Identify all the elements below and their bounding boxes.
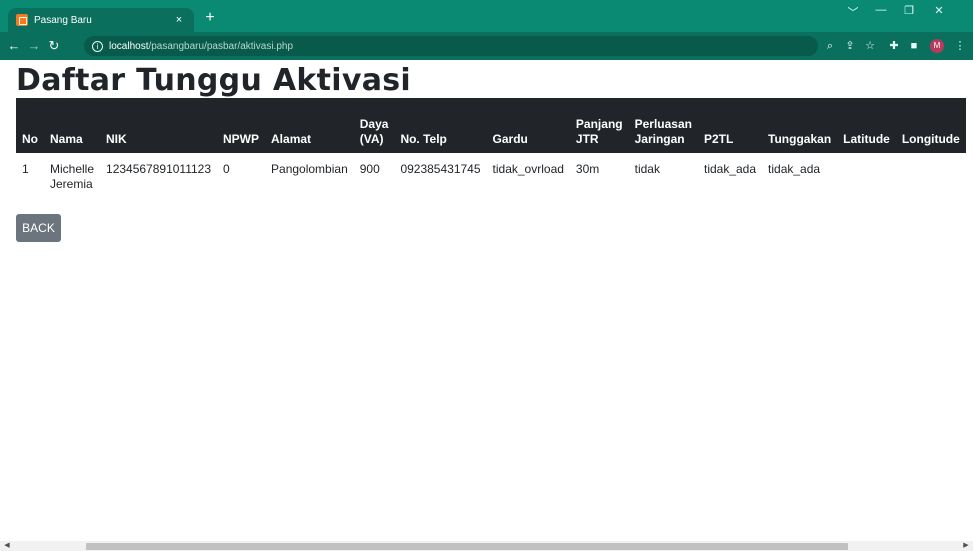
page-title: Daftar Tunggu Aktivasi <box>16 63 411 98</box>
share-icon[interactable]: ⇪ <box>842 38 858 54</box>
col-header-perluasan: Perluasan Jaringan <box>629 98 698 153</box>
cell-longitude <box>896 153 966 209</box>
activation-queue-table: No Nama NIK NPWP Alamat Daya (VA) No. Tel… <box>16 98 966 209</box>
col-header-panjang-line2: JTR <box>575 132 599 146</box>
zoom-search-icon[interactable]: ⌕ <box>822 38 838 54</box>
bookmark-star-icon[interactable]: ☆ <box>862 38 878 54</box>
col-header-daya-line2: (VA) <box>359 132 384 146</box>
col-header-nik: NIK <box>106 132 127 146</box>
cell-panjang: 30m <box>575 162 600 176</box>
col-header-npwp: NPWP <box>223 132 260 146</box>
scrollbar-thumb[interactable] <box>86 543 848 550</box>
close-window-icon[interactable]: ✕ <box>928 4 950 17</box>
col-header-daya: Daya (VA) <box>354 98 395 153</box>
col-header-alamat: Alamat <box>271 132 312 146</box>
profile-avatar[interactable]: M <box>930 39 944 53</box>
tab-close-icon[interactable]: × <box>172 14 186 26</box>
new-tab-button[interactable]: + <box>200 8 220 28</box>
tab-title: Pasang Baru <box>34 14 92 26</box>
cell-alamat: Pangolombian <box>271 162 348 176</box>
col-header-tunggakan: Tunggakan <box>768 132 832 146</box>
cell-nama: Michelle Jeremia <box>44 153 100 209</box>
col-header-longitude: Longitude <box>901 132 960 146</box>
col-header-perluasan-line2: Jaringan <box>634 132 685 146</box>
cell-no: 1 <box>22 162 29 176</box>
cell-nama-line2: Jeremia <box>50 177 93 191</box>
xampp-favicon-icon <box>16 14 28 26</box>
reload-icon[interactable]: ↻ <box>46 38 62 54</box>
scroll-right-icon[interactable]: ▶ <box>959 541 973 551</box>
table-header-row: No Nama NIK NPWP Alamat Daya (VA) No. Tel… <box>16 98 966 153</box>
url-path: /pasangbaru/pasbar/aktivasi.php <box>148 40 294 52</box>
back-button[interactable]: BACK <box>16 214 61 242</box>
cell-latitude <box>837 153 896 209</box>
browser-menu-icon[interactable]: ⋮ <box>952 38 968 54</box>
extensions-puzzle-icon[interactable]: ✚ <box>886 38 902 54</box>
browser-tab-strip: Pasang Baru × + ﹀ — ❐ ✕ <box>0 0 973 32</box>
page-content: Daftar Tunggu Aktivasi No Nama NIK NPWP … <box>0 60 973 541</box>
col-header-panjang: Panjang JTR <box>570 98 629 153</box>
url-host: localhost <box>109 40 149 52</box>
browser-tab[interactable]: Pasang Baru × <box>8 8 194 32</box>
cell-nik: 1234567891011123 <box>106 162 212 176</box>
col-header-gardu: Gardu <box>492 132 528 146</box>
side-panel-icon[interactable]: ■ <box>906 38 922 54</box>
col-header-telp: No. Telp <box>400 132 447 146</box>
col-header-latitude: Latitude <box>843 132 890 146</box>
site-info-icon[interactable]: i <box>92 40 103 52</box>
cell-gardu: tidak_ovrload <box>492 162 564 176</box>
col-header-daya-line1: Daya <box>359 117 389 131</box>
address-bar[interactable]: i localhost/pasangbaru/pasbar/aktivasi.p… <box>84 36 818 56</box>
cell-daya: 900 <box>359 162 380 176</box>
browser-toolbar: ← → ↻ i localhost/pasangbaru/pasbar/akti… <box>0 32 973 60</box>
col-header-nama: Nama <box>50 132 83 146</box>
cell-telp: 092385431745 <box>400 162 481 176</box>
col-header-panjang-line1: Panjang <box>575 117 623 131</box>
scroll-left-icon[interactable]: ◀ <box>0 541 14 551</box>
back-arrow-icon[interactable]: ← <box>6 38 22 54</box>
col-header-no: No <box>22 132 38 146</box>
cell-p2tl: tidak_ada <box>703 162 757 176</box>
minimize-icon[interactable]: — <box>870 4 892 16</box>
cell-npwp: 0 <box>223 162 230 176</box>
horizontal-scrollbar[interactable]: ◀ ▶ <box>0 541 973 551</box>
cell-tunggakan: tidak_ada <box>768 162 821 176</box>
col-header-p2tl: P2TL <box>703 132 734 146</box>
cell-perluasan: tidak <box>634 162 660 176</box>
table-row: 1 Michelle Jeremia 1234567891011123 0 Pan… <box>16 153 966 209</box>
tab-search-icon[interactable]: ﹀ <box>842 4 864 20</box>
cell-nama-line1: Michelle <box>50 162 95 176</box>
forward-arrow-icon[interactable]: → <box>26 38 42 54</box>
col-header-perluasan-line1: Perluasan <box>634 117 692 131</box>
restore-icon[interactable]: ❐ <box>898 4 920 17</box>
